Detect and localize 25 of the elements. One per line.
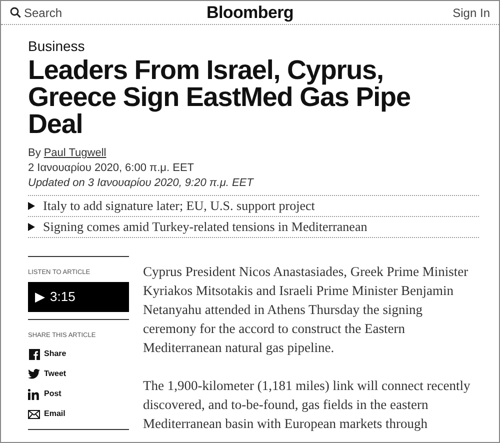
search-icon[interactable] [10,7,21,18]
headline: Leaders From Israel, Cyprus, Greece Sign EastMed Gas Pipe Deal [28,57,412,138]
share-link[interactable]: Email [44,408,66,420]
summary-bullet: Italy to add signature later; EU, U.S. support project [43,197,315,216]
search-link[interactable]: Search [24,4,62,22]
sign-in-link[interactable]: Sign In [452,4,490,22]
update-date: Updated on 3 Ιανουαρίου 2020, 9:20 π.μ. EET [28,176,255,191]
audio-player-button[interactable]: ▶ 3:15 [28,282,129,312]
author-link[interactable]: Paul Tugwell [44,146,106,161]
logo[interactable]: Bloomberg [206,1,294,26]
share-link[interactable]: Tweet [44,368,66,380]
article-paragraph: Cyprus President Nicos Anastasiades, Greek Prime Minister Kyriakos Mitsotakis and Israeli Prime Minister Benjamin Netanyahu attended in Athens Thursday the signing ceremony for the accord to construct the Eastern Mediterranean natural gas pipeline. [143,263,470,357]
article-paragraph: The 1,900-kilometer (1,181 miles) link will connect recently discovered, and to-be-found, gas fields in the eastern Mediterranean basin with European markets through [143,377,472,433]
publish-date: 2 Ιανουαρίου 2020, 6:00 π.μ. EET [28,161,196,176]
bullet-icon [28,202,35,210]
bird-icon [28,369,40,379]
share-link[interactable]: Share [44,348,66,360]
section-label[interactable]: Business [28,37,479,55]
summary-bullet: Signing comes amid Turkey-related tensions in Mediterranean [43,218,368,236]
bullet-icon [28,223,35,231]
facebook-icon [28,348,40,360]
envelope-icon [28,410,40,418]
share-link[interactable]: Post [44,388,62,400]
linkedin-icon [28,388,40,400]
byline-label: By [28,146,41,161]
